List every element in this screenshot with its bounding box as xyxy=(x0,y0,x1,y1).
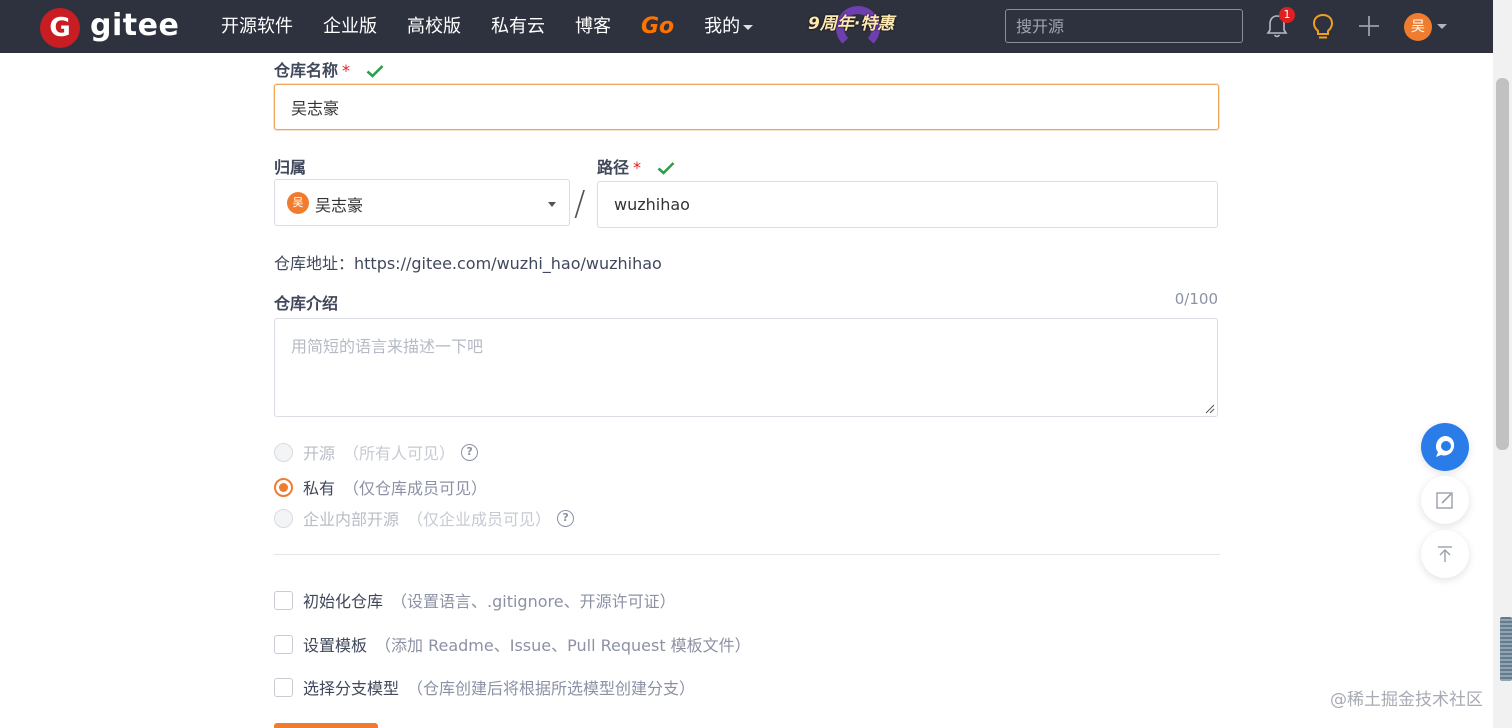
nav-education[interactable]: 高校版 xyxy=(392,0,476,53)
user-menu-chevron-icon[interactable] xyxy=(1437,24,1447,29)
chevron-down-icon xyxy=(743,24,754,30)
radio-private[interactable] xyxy=(274,477,293,497)
desc-textarea[interactable] xyxy=(274,318,1218,417)
option-init-repo-label: 初始化仓库 xyxy=(303,592,384,611)
checkbox-init-repo[interactable] xyxy=(274,590,293,610)
required-mark: * xyxy=(633,158,642,177)
check-icon xyxy=(366,65,384,78)
radio-public-hint: （所有人可见） xyxy=(343,444,456,463)
repo-name-label-text: 仓库名称 xyxy=(274,61,339,80)
help-icon[interactable]: ? xyxy=(557,509,575,527)
repo-name-input[interactable] xyxy=(274,84,1219,130)
owner-select-value: 吴志豪 xyxy=(315,196,364,215)
caret-down-icon xyxy=(548,202,556,207)
visibility-option-enterprise[interactable]: 企业内部开源 （仅企业成员可见） ? xyxy=(274,506,575,530)
create-button[interactable] xyxy=(274,723,378,728)
owner-label: 归属 xyxy=(274,158,307,177)
option-branch-model[interactable]: 选择分支模型 （仓库创建后将根据所选模型创建分支） xyxy=(274,675,695,699)
option-template[interactable]: 设置模板 （添加 Readme、Issue、Pull Request 模板文件） xyxy=(274,632,751,656)
radio-public[interactable] xyxy=(274,442,293,462)
path-label-text: 路径 xyxy=(597,158,630,177)
anniversary-promo-banner[interactable]: 9周年·特惠 xyxy=(808,4,908,52)
search-input[interactable] xyxy=(1005,9,1243,43)
path-label: 路径 * xyxy=(597,154,675,178)
gitee-logo-text: gitee xyxy=(90,8,180,43)
user-avatar[interactable]: 吴 xyxy=(1404,13,1432,41)
lightbulb-icon[interactable] xyxy=(1310,13,1336,41)
repo-address: 仓库地址：https://gitee.com/wuzhi_hao/wuzhiha… xyxy=(274,254,662,273)
desc-label: 仓库介绍 xyxy=(274,294,339,313)
scrollbar-thumb[interactable] xyxy=(1496,78,1509,450)
nav-enterprise[interactable]: 企业版 xyxy=(308,0,392,53)
option-branch-model-hint: （仓库创建后将根据所选模型创建分支） xyxy=(407,679,696,698)
arrow-up-icon xyxy=(1438,546,1452,562)
nav-mine-label: 我的 xyxy=(704,16,741,37)
top-navbar: G gitee 开源软件 企业版 高校版 私有云 博客 Go 我的 9周年·特惠… xyxy=(0,0,1493,53)
radio-enterprise-hint: （仅企业成员可见） xyxy=(407,510,552,529)
gitee-logo-badge: G xyxy=(40,8,80,48)
feedback-float-button[interactable] xyxy=(1421,476,1469,524)
required-mark: * xyxy=(342,61,351,80)
plus-icon[interactable] xyxy=(1356,13,1382,39)
main-nav: 开源软件 企业版 高校版 私有云 博客 Go 我的 xyxy=(206,0,768,53)
help-icon[interactable]: ? xyxy=(461,443,479,461)
visibility-option-public[interactable]: 开源 （所有人可见） ? xyxy=(274,440,479,464)
desc-char-counter: 0/100 xyxy=(1174,290,1218,308)
scroll-side-widget xyxy=(1500,617,1512,681)
option-template-label: 设置模板 xyxy=(303,636,368,655)
visibility-option-private[interactable]: 私有 （仅仓库成员可见） xyxy=(274,475,487,499)
option-branch-model-label: 选择分支模型 xyxy=(303,679,400,698)
back-to-top-button[interactable] xyxy=(1421,530,1469,578)
path-input[interactable] xyxy=(597,181,1218,228)
checkbox-template[interactable] xyxy=(274,634,293,654)
nav-open-source[interactable]: 开源软件 xyxy=(206,0,308,53)
promo-text: 9周年·特惠 xyxy=(808,14,895,34)
option-template-hint: （添加 Readme、Issue、Pull Request 模板文件） xyxy=(375,636,751,655)
chat-bubble-icon xyxy=(1436,436,1455,457)
nav-mine[interactable]: 我的 xyxy=(689,0,768,53)
path-separator: / xyxy=(574,184,586,224)
section-divider xyxy=(274,554,1220,555)
nav-private-cloud[interactable]: 私有云 xyxy=(476,0,560,53)
radio-enterprise-label: 企业内部开源 xyxy=(303,510,400,529)
check-icon xyxy=(657,162,675,175)
owner-select[interactable]: 吴 吴志豪 xyxy=(274,179,570,226)
radio-public-label: 开源 xyxy=(303,444,336,463)
radio-private-label: 私有 xyxy=(303,479,336,498)
option-init-repo[interactable]: 初始化仓库 （设置语言、.gitignore、开源许可证） xyxy=(274,588,676,612)
assistant-float-button[interactable] xyxy=(1421,423,1469,471)
repo-name-label: 仓库名称 * xyxy=(274,57,384,81)
radio-enterprise[interactable] xyxy=(274,508,293,528)
watermark: @稀土掘金技术社区 xyxy=(1330,690,1483,710)
resize-handle-icon[interactable] xyxy=(1205,404,1215,414)
radio-private-hint: （仅仓库成员可见） xyxy=(343,479,488,498)
edit-icon xyxy=(1436,492,1453,509)
checkbox-branch-model[interactable] xyxy=(274,677,293,697)
notification-count-badge: 1 xyxy=(1279,7,1295,23)
gitee-logo[interactable]: G gitee xyxy=(40,6,180,48)
nav-go[interactable]: Go xyxy=(626,0,689,53)
nav-blog[interactable]: 博客 xyxy=(560,0,626,53)
owner-avatar: 吴 xyxy=(287,192,309,214)
option-init-repo-hint: （设置语言、.gitignore、开源许可证） xyxy=(391,592,676,611)
